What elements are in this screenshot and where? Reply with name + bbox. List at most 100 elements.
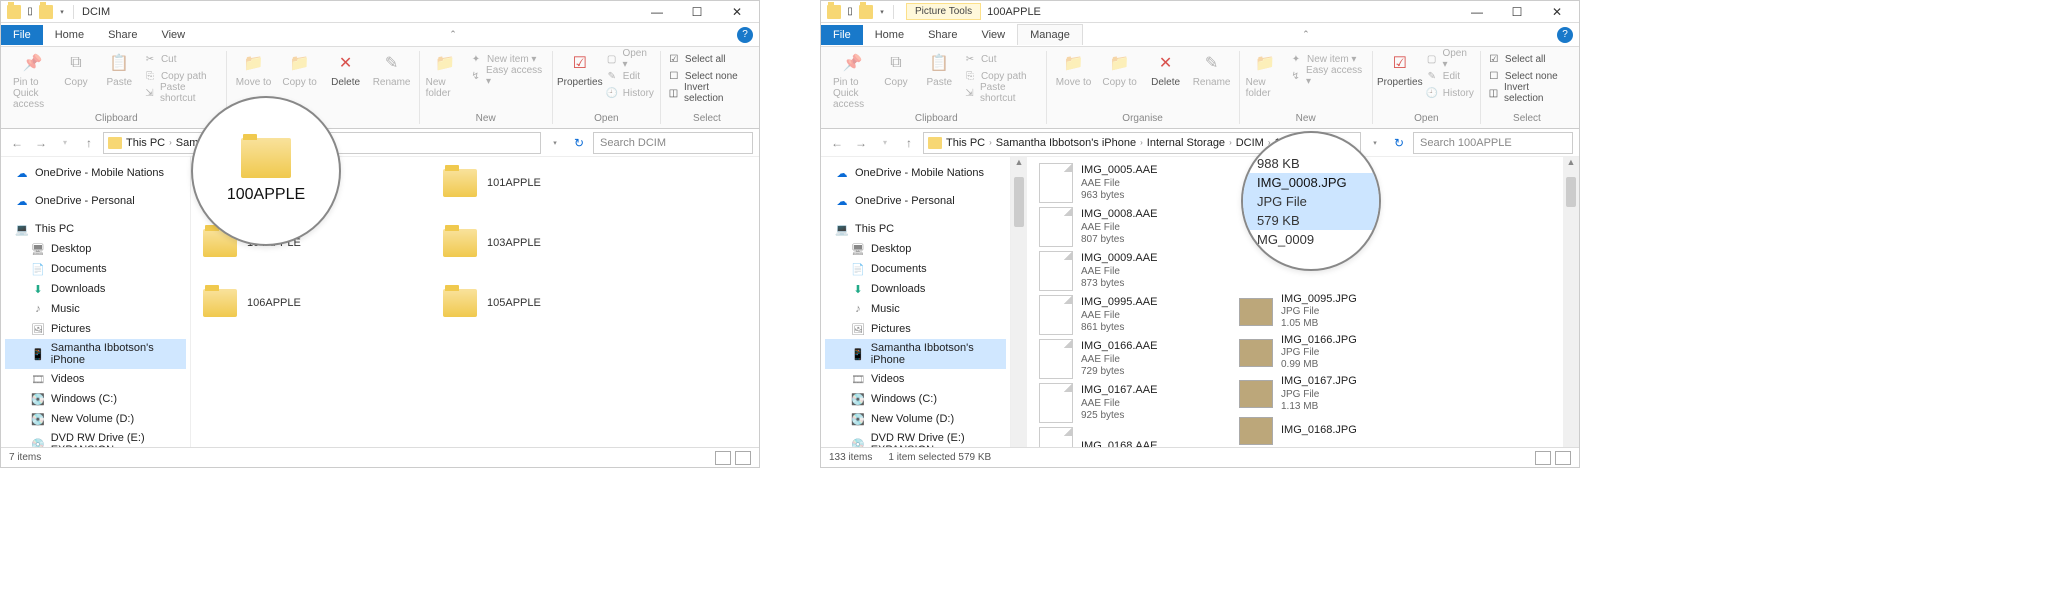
- tab-share[interactable]: Share: [96, 25, 149, 45]
- qat-dropdown-icon[interactable]: ▾: [875, 5, 889, 19]
- easy-access-button[interactable]: ↯Easy access ▾: [1289, 68, 1366, 84]
- recent-dropdown[interactable]: ▾: [55, 133, 75, 153]
- nav-item[interactable]: 💽 Windows (C:): [825, 389, 1006, 409]
- copy-button[interactable]: ⧉Copy: [56, 51, 95, 88]
- up-button[interactable]: ↑: [79, 133, 99, 153]
- nav-item[interactable]: ♪ Music: [825, 299, 1006, 319]
- delete-button[interactable]: ✕Delete: [1145, 51, 1187, 88]
- paste-shortcut-button[interactable]: ⇲Paste shortcut: [963, 85, 1040, 101]
- minimize-button[interactable]: —: [1457, 1, 1497, 23]
- nav-item[interactable]: 📄 Documents: [825, 259, 1006, 279]
- nav-item[interactable]: 🖼 Pictures: [825, 319, 1006, 339]
- nav-item[interactable]: ☁ OneDrive - Personal: [5, 191, 186, 211]
- file-item[interactable]: IMG_0009.AAE AAE File 873 bytes: [1039, 251, 1219, 291]
- new-folder-button[interactable]: 📁New folder: [426, 51, 465, 99]
- nav-item[interactable]: 📱 Samantha Ibbotson's iPhone: [5, 339, 186, 369]
- view-details[interactable]: [715, 451, 731, 465]
- qat-icon[interactable]: [39, 5, 53, 19]
- history-button[interactable]: 🕘History: [605, 85, 654, 101]
- nav-item[interactable]: ☁ OneDrive - Mobile Nations: [825, 163, 1006, 183]
- file-item[interactable]: IMG_0095.JPG JPG File 1.05 MB: [1239, 293, 1419, 330]
- help-icon[interactable]: ?: [737, 27, 753, 43]
- nav-item[interactable]: 💽 Windows (C:): [5, 389, 186, 409]
- search-input[interactable]: Search DCIM: [593, 132, 753, 154]
- move-to-button[interactable]: 📁Move to: [233, 51, 275, 88]
- pin-button[interactable]: 📌Pin to Quick access: [833, 51, 872, 110]
- new-folder-button[interactable]: 📁New folder: [1246, 51, 1285, 99]
- edit-button[interactable]: ✎Edit: [1425, 68, 1474, 84]
- qat-dropdown-icon[interactable]: ▾: [55, 5, 69, 19]
- nav-item[interactable]: 🖥 Desktop: [5, 239, 186, 259]
- file-item[interactable]: IMG_0168.AAE: [1039, 427, 1219, 447]
- breadcrumb-segment[interactable]: Samantha Ibbotson's iPhone: [996, 137, 1136, 149]
- nav-item[interactable]: 🎞 Videos: [825, 369, 1006, 389]
- nav-item[interactable]: 🎞 Videos: [5, 369, 186, 389]
- properties-button[interactable]: ☑Properties: [559, 51, 601, 88]
- tab-manage[interactable]: Manage: [1017, 24, 1083, 45]
- qat-icon[interactable]: [859, 5, 873, 19]
- maximize-button[interactable]: ☐: [1497, 1, 1537, 23]
- cut-button[interactable]: ✂Cut: [143, 51, 220, 67]
- paste-button[interactable]: 📋Paste: [920, 51, 959, 88]
- recent-dropdown[interactable]: ▾: [875, 133, 895, 153]
- nav-item[interactable]: ⬇ Downloads: [5, 279, 186, 299]
- close-button[interactable]: ✕: [1537, 1, 1577, 23]
- minimize-button[interactable]: —: [637, 1, 677, 23]
- back-button[interactable]: ←: [7, 133, 27, 153]
- nav-item[interactable]: 💽 New Volume (D:): [825, 409, 1006, 429]
- paste-button[interactable]: 📋Paste: [100, 51, 139, 88]
- nav-item[interactable]: 💻 This PC: [5, 219, 186, 239]
- breadcrumb-segment[interactable]: Internal Storage: [1147, 137, 1225, 149]
- copy-to-button[interactable]: 📁Copy to: [1099, 51, 1141, 88]
- delete-button[interactable]: ✕Delete: [325, 51, 367, 88]
- up-button[interactable]: ↑: [899, 133, 919, 153]
- nav-item[interactable]: 💽 New Volume (D:): [5, 409, 186, 429]
- close-button[interactable]: ✕: [717, 1, 757, 23]
- nav-item[interactable]: 💿 DVD RW Drive (E:) EXPANSION: [825, 429, 1006, 447]
- nav-item[interactable]: ☁ OneDrive - Personal: [825, 191, 1006, 211]
- file-item[interactable]: IMG_0168.JPG: [1239, 417, 1419, 445]
- breadcrumb-segment[interactable]: This PC: [126, 137, 165, 149]
- nav-item[interactable]: 💿 DVD RW Drive (E:) EXPANSION: [5, 429, 186, 447]
- rename-button[interactable]: ✎Rename: [1191, 51, 1233, 88]
- file-item[interactable]: IMG_0167.AAE AAE File 925 bytes: [1039, 383, 1219, 423]
- folder-item[interactable]: 105APPLE: [443, 283, 643, 323]
- view-large[interactable]: [735, 451, 751, 465]
- help-icon[interactable]: ?: [1557, 27, 1573, 43]
- nav-scrollbar[interactable]: ▲: [1011, 157, 1027, 447]
- file-item[interactable]: IMG_0166.JPG JPG File 0.99 MB: [1239, 334, 1419, 371]
- file-item[interactable]: IMG_0995.AAE AAE File 861 bytes: [1039, 295, 1219, 335]
- forward-button[interactable]: →: [31, 133, 51, 153]
- view-details[interactable]: [1535, 451, 1551, 465]
- nav-item[interactable]: 📱 Samantha Ibbotson's iPhone: [825, 339, 1006, 369]
- copy-button[interactable]: ⧉Copy: [876, 51, 915, 88]
- nav-item[interactable]: 💻 This PC: [825, 219, 1006, 239]
- qat-icon[interactable]: ▯: [23, 5, 37, 19]
- open-button[interactable]: ▢Open ▾: [605, 51, 654, 67]
- copy-to-button[interactable]: 📁Copy to: [279, 51, 321, 88]
- tab-view[interactable]: View: [149, 25, 197, 45]
- file-item[interactable]: IMG_0005.AAE AAE File 963 bytes: [1039, 163, 1219, 203]
- select-all-button[interactable]: ☑Select all: [1487, 51, 1567, 67]
- file-item[interactable]: IMG_0167.JPG JPG File 1.13 MB: [1239, 375, 1419, 412]
- nav-item[interactable]: 📄 Documents: [5, 259, 186, 279]
- history-button[interactable]: 🕘History: [1425, 85, 1474, 101]
- refresh-button[interactable]: ↻: [569, 133, 589, 153]
- back-button[interactable]: ←: [827, 133, 847, 153]
- tab-file[interactable]: File: [1, 25, 43, 45]
- qat-icon[interactable]: ▯: [843, 5, 857, 19]
- maximize-button[interactable]: ☐: [677, 1, 717, 23]
- invert-selection-button[interactable]: ◫Invert selection: [667, 85, 747, 101]
- nav-item[interactable]: ♪ Music: [5, 299, 186, 319]
- file-item[interactable]: IMG_0166.AAE AAE File 729 bytes: [1039, 339, 1219, 379]
- collapse-ribbon-icon[interactable]: ⌃: [449, 29, 457, 40]
- tab-share[interactable]: Share: [916, 25, 969, 45]
- tab-home[interactable]: Home: [43, 25, 96, 45]
- edit-button[interactable]: ✎Edit: [605, 68, 654, 84]
- tab-home[interactable]: Home: [863, 25, 916, 45]
- nav-item[interactable]: 🖼 Pictures: [5, 319, 186, 339]
- cut-button[interactable]: ✂Cut: [963, 51, 1040, 67]
- properties-button[interactable]: ☑Properties: [1379, 51, 1421, 88]
- rename-button[interactable]: ✎Rename: [371, 51, 413, 88]
- refresh-button[interactable]: ▾: [545, 133, 565, 153]
